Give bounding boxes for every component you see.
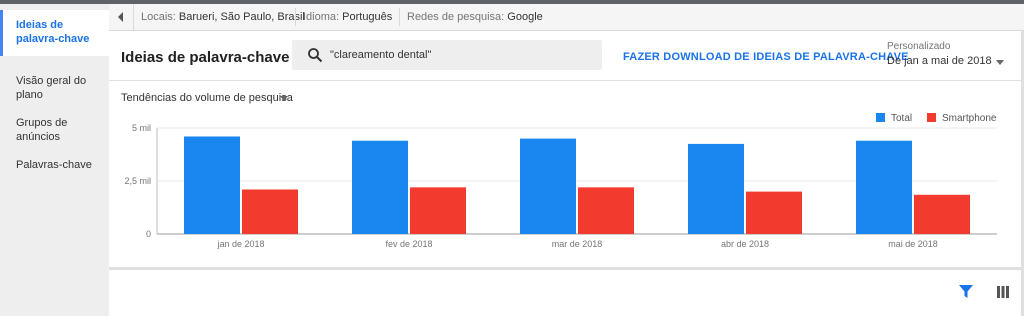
- bar-smartphone: [242, 189, 298, 234]
- main-panel: Ideias de palavra-chave "clareamento den…: [109, 31, 1021, 267]
- divider: [399, 8, 400, 26]
- bar-smartphone: [914, 194, 970, 234]
- x-tick-label: mar de 2018: [552, 239, 603, 249]
- x-tick-label: fev de 2018: [385, 239, 432, 249]
- sidebar-item-plan-overview[interactable]: Visão geral do plano: [16, 74, 104, 102]
- bar-total: [520, 138, 576, 234]
- sidebar-item-keyword-ideas[interactable]: Ideias de palavra-chave: [0, 10, 109, 56]
- x-tick-label: jan de 2018: [216, 239, 264, 249]
- y-tick-label: 0: [146, 229, 151, 239]
- search-volume-chart: 0 2,5 mil 5 mil jan de 2018 fev de 2018 mar d…: [124, 123, 997, 249]
- keyword-table-toolbar: [109, 270, 1021, 316]
- columns-icon[interactable]: [997, 286, 1009, 298]
- x-tick-label: abr de 2018: [721, 239, 769, 249]
- language-filter[interactable]: Idioma: Português: [303, 11, 392, 23]
- bar-smartphone: [578, 187, 634, 234]
- sidebar-item-ad-groups[interactable]: Grupos de anúncios: [16, 116, 104, 144]
- filter-icon[interactable]: [959, 285, 973, 299]
- divider: [295, 8, 296, 26]
- filter-bar: Locais: Barueri, São Paulo, Brasil Idiom…: [109, 4, 1024, 31]
- bar-smartphone: [410, 187, 466, 234]
- bar-total: [856, 140, 912, 234]
- location-filter[interactable]: Locais: Barueri, São Paulo, Brasil: [141, 11, 305, 23]
- y-tick-label: 2,5 mil: [124, 176, 151, 186]
- sidebar-item-keywords[interactable]: Palavras-chave: [16, 158, 104, 172]
- bar-total: [184, 136, 240, 234]
- sidebar: Ideias de palavra-chave Visão geral do p…: [0, 4, 109, 316]
- bar-smartphone: [746, 191, 802, 234]
- y-tick-label: 5 mil: [132, 123, 151, 133]
- network-filter[interactable]: Redes de pesquisa: Google: [407, 11, 543, 23]
- collapse-arrow-icon[interactable]: [109, 4, 134, 30]
- x-tick-label: mai de 2018: [888, 239, 938, 249]
- bar-total: [352, 140, 408, 234]
- sidebar-item-label: Ideias de palavra-chave: [16, 19, 90, 45]
- bar-total: [688, 143, 744, 234]
